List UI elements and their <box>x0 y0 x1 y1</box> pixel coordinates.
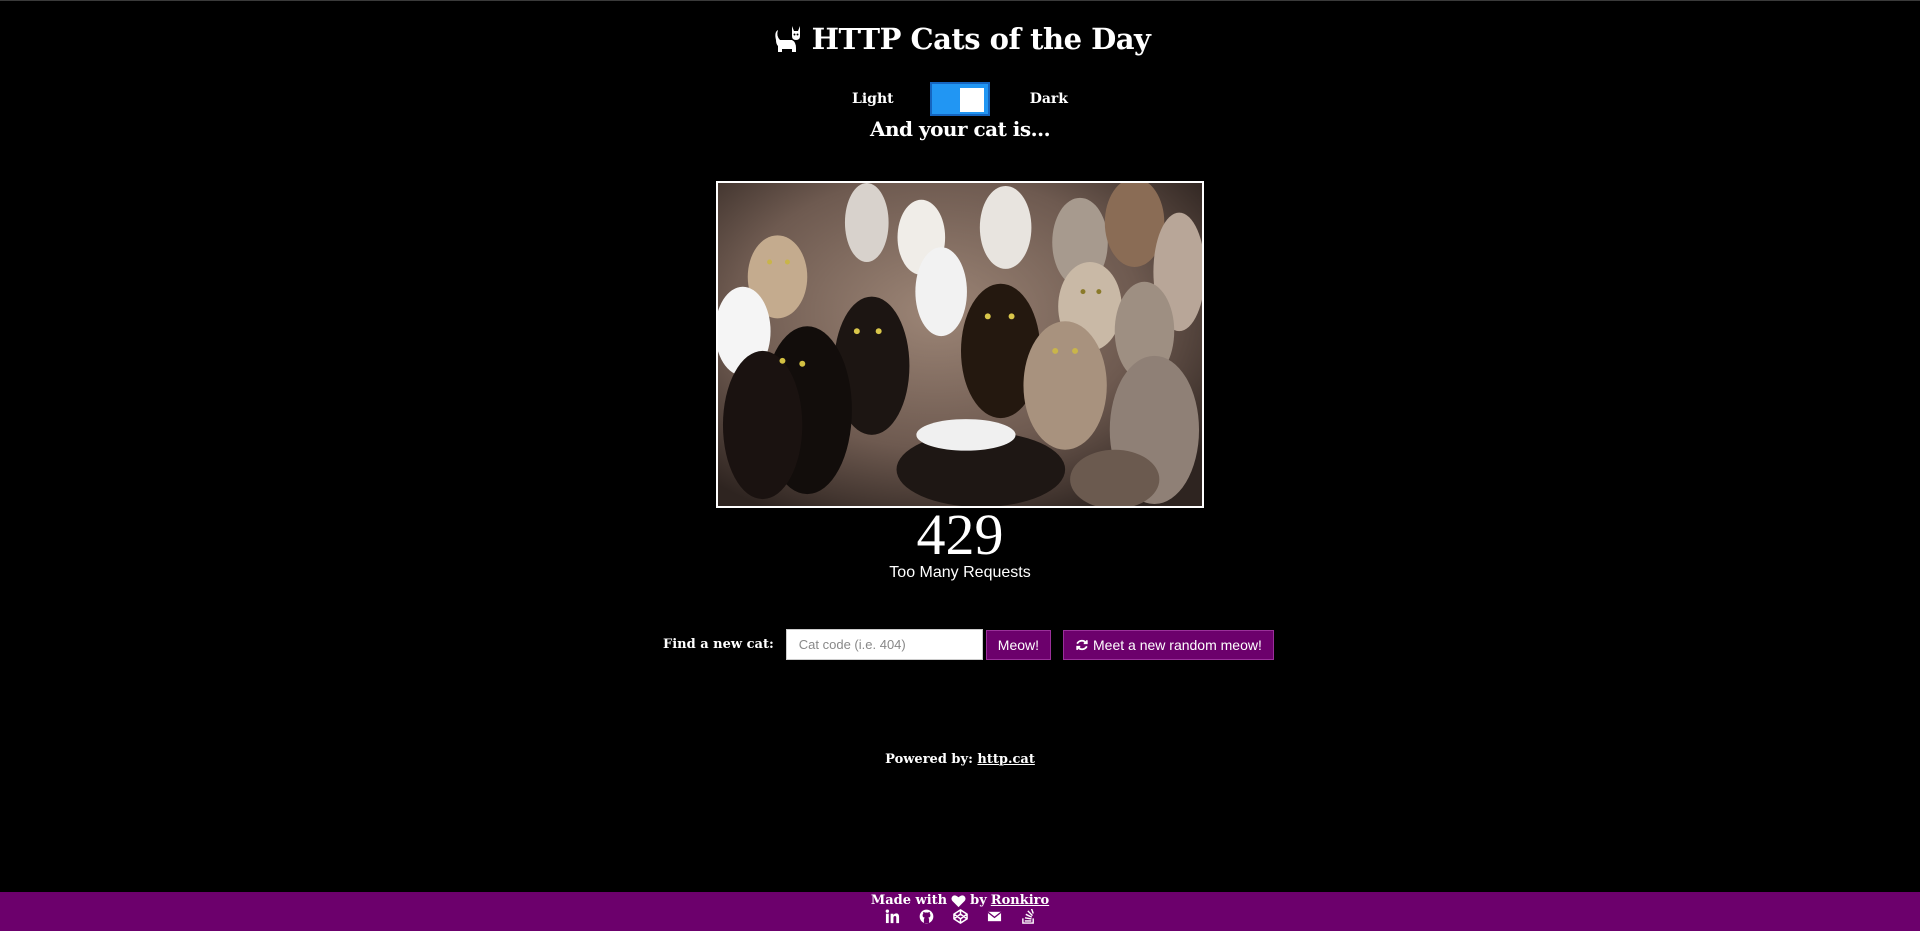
theme-switch[interactable] <box>930 82 990 116</box>
linkedin-icon[interactable] <box>885 909 900 924</box>
powered-by: Powered by: http.cat <box>0 752 1920 767</box>
stack-overflow-icon[interactable] <box>1021 909 1036 924</box>
status-code: 429 <box>916 502 1004 567</box>
envelope-icon[interactable] <box>987 909 1002 924</box>
made-with-text: Made with <box>870 893 948 908</box>
codepen-icon[interactable] <box>952 909 968 924</box>
github-icon[interactable] <box>919 909 934 924</box>
top-border <box>0 0 1920 1</box>
result-heading: And your cat is... <box>869 117 1051 141</box>
footer-credit: Made with by Ronkiro <box>0 893 1920 908</box>
theme-toggle-row: Light Dark <box>0 82 1920 116</box>
author-link[interactable]: Ronkiro <box>991 893 1049 908</box>
footer: Made with by Ronkiro <box>0 892 1920 931</box>
cat-image <box>716 181 1204 508</box>
powered-prefix: Powered by: <box>885 752 973 767</box>
page-title: HTTP Cats of the Day <box>0 22 1920 56</box>
meow-button[interactable]: Meow! <box>985 629 1052 660</box>
status-text: Too Many Requests <box>889 564 1031 581</box>
by-text: by <box>970 893 987 908</box>
http-cat-link[interactable]: http.cat <box>977 752 1034 767</box>
random-cat-button[interactable]: Meet a new random meow! <box>1063 629 1274 660</box>
switch-knob <box>960 88 984 112</box>
find-cat-form: Find a new cat: Meow! Meet a new random … <box>663 629 1274 660</box>
light-label: Light <box>852 91 894 107</box>
refresh-icon <box>1076 639 1088 650</box>
cat-icon <box>774 26 800 52</box>
random-button-label: Meet a new random meow! <box>1093 636 1262 653</box>
find-label: Find a new cat: <box>663 637 774 652</box>
cat-code-input[interactable] <box>785 629 983 660</box>
heart-icon <box>951 894 966 907</box>
meow-button-label: Meow! <box>997 636 1040 653</box>
dark-label: Dark <box>1029 91 1068 107</box>
social-links <box>0 909 1920 924</box>
title-text: HTTP Cats of the Day <box>811 22 1151 56</box>
